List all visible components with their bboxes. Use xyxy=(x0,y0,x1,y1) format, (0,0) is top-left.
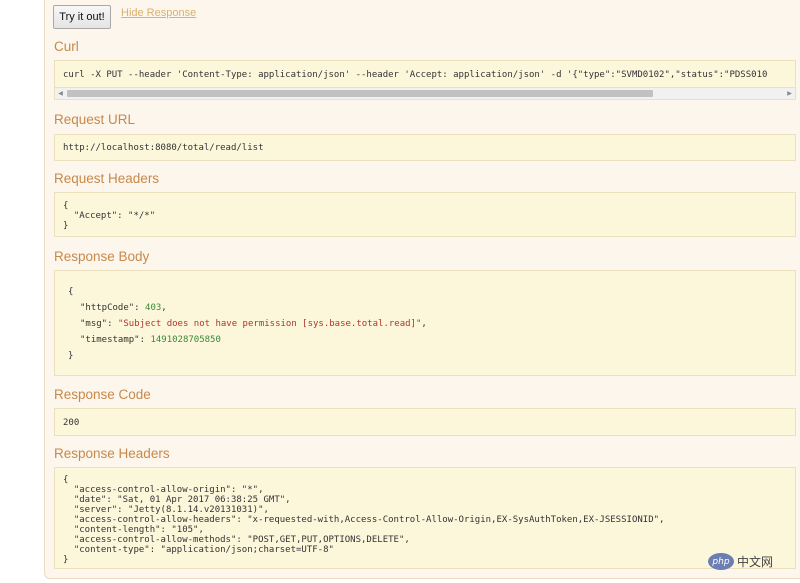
response-header-line: "access-control-allow-methods": "POST,GE… xyxy=(63,535,410,545)
request-url-block: http://localhost:8080/total/read/list xyxy=(54,134,796,161)
curl-command: curl -X PUT --header 'Content-Type: appl… xyxy=(63,70,768,80)
response-code-heading: Response Code xyxy=(54,387,151,402)
response-body-timestamp: "timestamp": 1491028705850 xyxy=(80,335,221,345)
msg-key: "msg": xyxy=(80,319,118,329)
response-code-block: 200 xyxy=(54,408,796,436)
msg-comma: , xyxy=(421,319,427,329)
request-url-text: http://localhost:8080/total/read/list xyxy=(63,143,264,153)
response-headers-block: { "access-control-allow-origin": "*", "d… xyxy=(54,467,796,569)
request-headers-block: { "Accept": "*/*" } xyxy=(54,192,796,237)
response-body-block: { "httpCode": 403, "msg": "Subject does … xyxy=(54,270,796,376)
horizontal-scrollbar[interactable]: ◀ ▶ xyxy=(55,87,795,99)
response-header-line: } xyxy=(63,555,69,565)
curl-block[interactable]: curl -X PUT --header 'Content-Type: appl… xyxy=(54,60,796,100)
hide-response-link[interactable]: Hide Response xyxy=(121,7,196,19)
msg-value: "Subject does not have permission [sys.b… xyxy=(117,319,422,329)
response-body-close: } xyxy=(68,351,74,361)
watermark: php 中文网 xyxy=(708,553,773,570)
response-code-value: 200 xyxy=(63,418,80,428)
try-it-out-button[interactable]: Try it out! xyxy=(53,5,111,29)
request-url-heading: Request URL xyxy=(54,112,136,127)
response-headers-heading: Response Headers xyxy=(54,446,170,461)
request-headers-heading: Request Headers xyxy=(54,171,160,186)
response-header-line: "content-type": "application/json;charse… xyxy=(63,545,334,555)
httpcode-key: "httpCode": xyxy=(80,303,146,313)
request-headers-accept: "Accept": "*/*" xyxy=(63,211,156,221)
response-body-msg: "msg": "Subject does not have permission… xyxy=(80,319,427,329)
response-header-line: "content-length": "105", xyxy=(63,525,204,535)
response-body-httpcode: "httpCode": 403, xyxy=(80,303,167,313)
httpcode-value: 403 xyxy=(145,303,162,313)
php-logo-icon: php xyxy=(708,553,734,570)
response-body-heading: Response Body xyxy=(54,249,150,264)
request-headers-close: } xyxy=(63,221,69,231)
scroll-right-arrow-icon[interactable]: ▶ xyxy=(784,88,795,99)
scroll-left-arrow-icon[interactable]: ◀ xyxy=(55,88,66,99)
watermark-text: 中文网 xyxy=(737,555,774,569)
timestamp-key: "timestamp": xyxy=(80,335,151,345)
response-header-line: "server": "Jetty(8.1.14.v20131031)", xyxy=(63,505,269,515)
httpcode-comma: , xyxy=(161,303,167,313)
scrollbar-thumb[interactable] xyxy=(67,90,653,97)
response-body-open: { xyxy=(68,287,74,297)
request-headers-open: { xyxy=(63,201,69,211)
response-header-line: "access-control-allow-headers": "x-reque… xyxy=(63,515,665,525)
response-header-line: "date": "Sat, 01 Apr 2017 06:38:25 GMT", xyxy=(63,495,291,505)
response-header-line: { xyxy=(63,475,69,485)
curl-heading: Curl xyxy=(54,39,79,54)
response-header-line: "access-control-allow-origin": "*", xyxy=(63,485,264,495)
timestamp-value: 1491028705850 xyxy=(150,335,221,345)
